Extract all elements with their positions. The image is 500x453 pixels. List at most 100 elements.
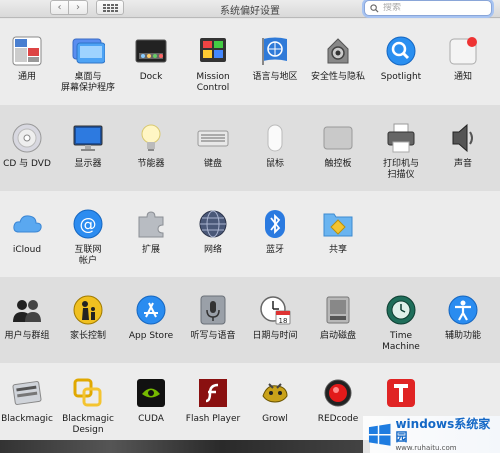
pref-blackmagic[interactable]: Blackmagic: [0, 376, 58, 425]
cuda-icon: [134, 376, 168, 410]
pref-notifications[interactable]: 通知: [432, 34, 494, 83]
watermark-logo: windows系统家园 www.ruhaitu.com: [363, 416, 500, 453]
pref-language-region[interactable]: 语言与地区: [244, 34, 306, 83]
pref-label: 显示器: [74, 159, 102, 169]
pref-sharing[interactable]: 共享: [307, 207, 369, 256]
growl-icon: [258, 376, 292, 410]
pref-date-time[interactable]: 18 日期与时间: [244, 293, 306, 342]
parental-controls-icon: [71, 293, 105, 327]
pref-energy-saver[interactable]: 节能器: [120, 121, 182, 170]
pref-time-machine[interactable]: Time Machine: [370, 293, 432, 353]
desktop-icon: [71, 34, 105, 68]
windows-logo-icon: [368, 423, 391, 446]
energy-saver-icon: [134, 121, 168, 155]
pref-label: iCloud: [12, 245, 42, 255]
pref-label: 触控板: [324, 159, 352, 169]
pref-label: REDcode: [317, 414, 359, 424]
pref-network[interactable]: 网络: [182, 207, 244, 256]
pref-label: 启动磁盘: [319, 331, 356, 341]
pref-spotlight[interactable]: Spotlight: [370, 34, 432, 83]
pref-icloud[interactable]: iCloud: [0, 207, 58, 256]
pref-sound[interactable]: 声音: [432, 121, 494, 170]
title-bar: ‹ › 系统偏好设置: [0, 0, 500, 18]
tuxera-icon: [384, 376, 418, 410]
pref-parental-controls[interactable]: 家长控制: [57, 293, 119, 342]
search-field[interactable]: [364, 0, 492, 16]
pref-keyboard[interactable]: 键盘: [182, 121, 244, 170]
flash-player-icon: [196, 376, 230, 410]
pref-trackpad[interactable]: 触控板: [307, 121, 369, 170]
pref-bluetooth[interactable]: 蓝牙: [244, 207, 306, 256]
blackmagic-design-icon: [71, 376, 105, 410]
search-input[interactable]: [383, 3, 483, 13]
pref-desktop-screensaver[interactable]: 桌面与 屏幕保护程序: [57, 34, 119, 94]
pref-displays[interactable]: 显示器: [57, 121, 119, 170]
pref-label: 日期与时间: [252, 331, 298, 341]
pref-label: 语言与地区: [252, 72, 298, 82]
pref-label: 共享: [328, 245, 347, 255]
app-store-icon: [134, 293, 168, 327]
network-icon: [196, 207, 230, 241]
pref-label: 家长控制: [69, 331, 106, 341]
pref-label: 节能器: [137, 159, 165, 169]
pref-label: 听写与语音: [190, 331, 236, 341]
trackpad-icon: [321, 121, 355, 155]
pref-label: 互联网 帐户: [74, 245, 102, 266]
pref-dock[interactable]: Dock: [120, 34, 182, 83]
pref-label: 通知: [453, 72, 472, 82]
pref-label: Blackmagic: [1, 414, 53, 424]
mission-control-icon: [196, 34, 230, 68]
pref-blackmagic-design[interactable]: Blackmagic Design: [57, 376, 119, 436]
watermark-url: www.ruhaitu.com: [395, 443, 457, 452]
pref-label: Dock: [139, 72, 163, 82]
svg-text:@: @: [80, 215, 97, 235]
pref-users-groups[interactable]: 用户与群组: [0, 293, 58, 342]
pref-accessibility[interactable]: 辅助功能: [432, 293, 494, 342]
internet-accounts-icon: @: [71, 207, 105, 241]
general-icon: [10, 34, 44, 68]
pref-label: 扩展: [141, 245, 160, 255]
bluetooth-icon: [258, 207, 292, 241]
pref-label: Time Machine: [382, 331, 420, 352]
pref-label: 声音: [453, 159, 472, 169]
spotlight-icon: [384, 34, 418, 68]
dictation-speech-icon: [196, 293, 230, 327]
language-region-icon: [258, 34, 292, 68]
pref-printers-scanners[interactable]: 打印机与 扫描仪: [370, 121, 432, 181]
pref-label: 打印机与 扫描仪: [382, 159, 419, 180]
pref-cd-dvd[interactable]: CD 与 DVD: [0, 121, 58, 170]
date-time-icon: 18: [258, 293, 292, 327]
notifications-icon: [446, 34, 480, 68]
pref-mouse[interactable]: 鼠标: [244, 121, 306, 170]
accessibility-icon: [446, 293, 480, 327]
pref-internet-accounts[interactable]: @ 互联网 帐户: [57, 207, 119, 267]
blackmagic-icon: [10, 376, 44, 410]
pref-mission-control[interactable]: Mission Control: [182, 34, 244, 94]
pref-cuda[interactable]: CUDA: [120, 376, 182, 425]
pref-label: CD 与 DVD: [3, 159, 51, 169]
pref-general[interactable]: 通用: [0, 34, 58, 83]
pref-label: Mission Control: [196, 72, 230, 93]
pref-growl[interactable]: Growl: [244, 376, 306, 425]
pref-dictation-speech[interactable]: 听写与语音: [182, 293, 244, 342]
time-machine-icon: [384, 293, 418, 327]
pref-security-privacy[interactable]: 安全性与隐私: [307, 34, 369, 83]
redcode-icon: [321, 376, 355, 410]
pref-label: 通用: [17, 72, 36, 82]
icloud-icon: [10, 207, 44, 241]
pref-startup-disk[interactable]: 启动磁盘: [307, 293, 369, 342]
pref-redcode[interactable]: REDcode: [307, 376, 369, 425]
pref-label: App Store: [128, 331, 174, 341]
pref-tuxera[interactable]: [370, 376, 432, 414]
keyboard-icon: [196, 121, 230, 155]
cd-dvd-icon: [10, 121, 44, 155]
pref-app-store[interactable]: App Store: [120, 293, 182, 342]
pref-label: 鼠标: [265, 159, 284, 169]
mouse-icon: [258, 121, 292, 155]
calendar-day: 18: [279, 317, 288, 325]
search-icon: [370, 3, 379, 13]
pref-extensions[interactable]: 扩展: [120, 207, 182, 256]
pref-label: CUDA: [138, 414, 164, 424]
pref-row-internet: iCloud @ 互联网 帐户 扩展 网络 蓝牙 共享: [0, 191, 500, 277]
pref-flash-player[interactable]: Flash Player: [182, 376, 244, 425]
